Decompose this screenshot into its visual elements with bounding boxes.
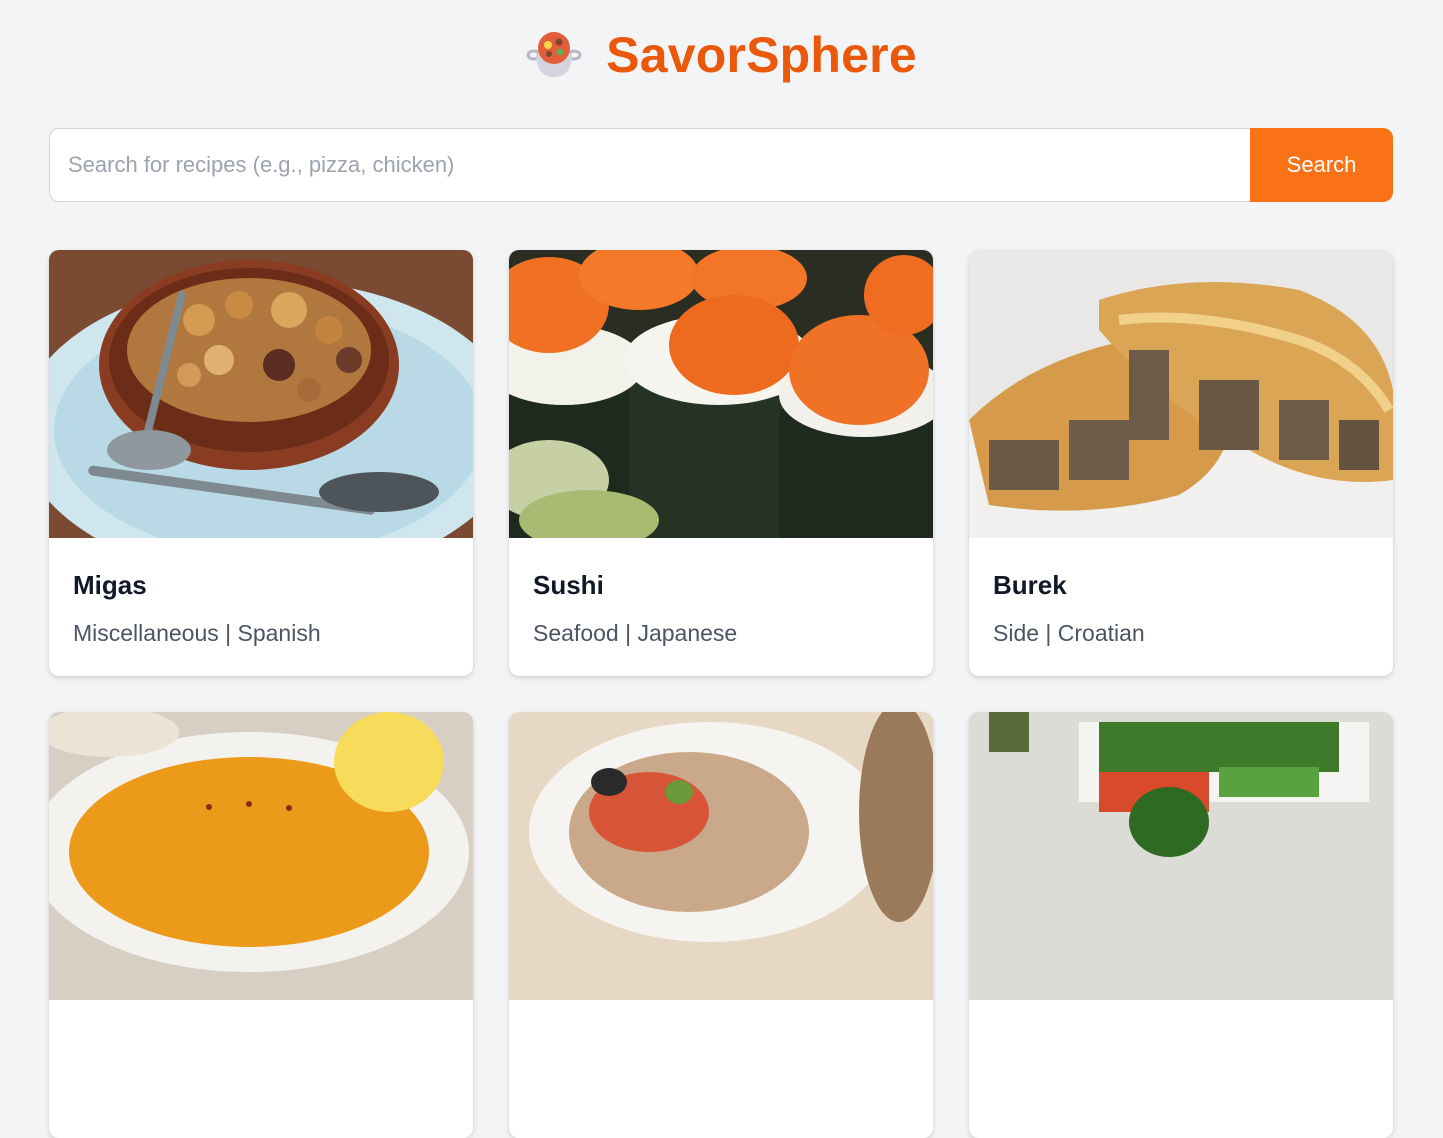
search-bar: Search (49, 128, 1393, 202)
recipe-meta: Side | Croatian (993, 620, 1145, 646)
recipe-meta: Seafood | Japanese (533, 620, 738, 646)
recipe-card[interactable]: Burek Side | Croatian (969, 250, 1393, 676)
recipe-card[interactable] (969, 712, 1393, 1138)
recipe-image (509, 250, 933, 538)
recipe-card[interactable] (509, 712, 933, 1138)
recipe-card[interactable]: Sushi Seafood | Japanese (509, 250, 933, 676)
recipe-image (509, 712, 933, 1000)
recipe-image (49, 250, 473, 538)
recipe-title: Sushi (533, 570, 604, 600)
app-header: SavorSphere (0, 22, 1443, 88)
cooking-pot-icon (526, 32, 582, 77)
recipe-grid: Migas Miscellaneous | Spanish Sushi Seaf… (49, 250, 1393, 1138)
brand-title: SavorSphere (606, 27, 917, 83)
recipe-title: Burek (993, 570, 1067, 600)
recipe-image (969, 250, 1393, 538)
recipe-card[interactable]: Migas Miscellaneous | Spanish (49, 250, 473, 676)
recipe-card[interactable] (49, 712, 473, 1138)
recipe-meta: Miscellaneous | Spanish (73, 620, 321, 646)
search-input[interactable] (49, 128, 1250, 202)
recipe-image (969, 712, 1393, 1000)
search-button[interactable]: Search (1250, 128, 1393, 202)
recipe-title: Migas (73, 570, 147, 600)
recipe-image (49, 712, 473, 1000)
